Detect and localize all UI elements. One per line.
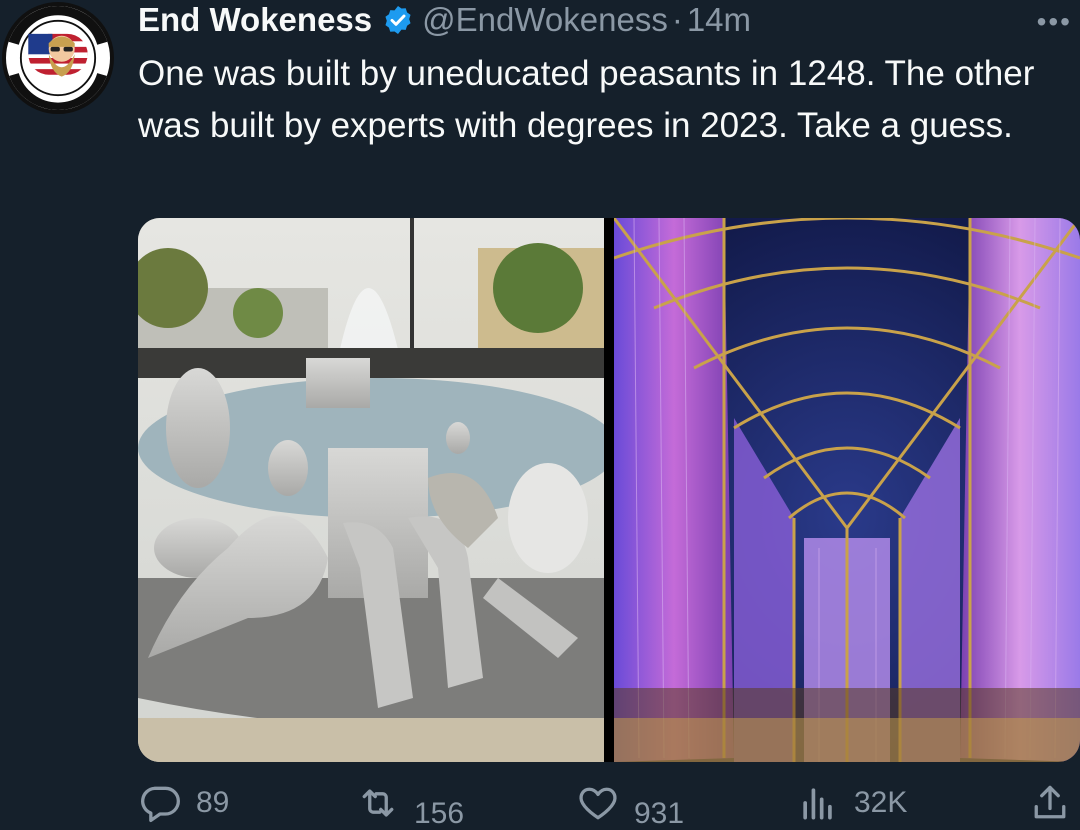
views-count: 32K bbox=[854, 786, 908, 819]
views-button[interactable]: 32K bbox=[796, 781, 907, 825]
views-icon bbox=[803, 788, 832, 820]
tweet-text: One was built by uneducated peasants in … bbox=[138, 54, 1035, 145]
tweet-media[interactable] bbox=[138, 218, 1080, 762]
timestamp[interactable]: 14m bbox=[687, 1, 751, 39]
retweet-button[interactable]: 156 bbox=[356, 775, 464, 830]
share-button[interactable] bbox=[1028, 781, 1072, 825]
reply-count: 89 bbox=[196, 786, 230, 819]
display-name[interactable]: End Wokeness bbox=[138, 1, 372, 39]
retweet-icon bbox=[362, 789, 394, 817]
separator: · bbox=[671, 1, 683, 38]
photo-sculpture-fountain[interactable] bbox=[138, 218, 604, 762]
sculpture-image bbox=[138, 218, 604, 762]
photo-chapel-interior[interactable] bbox=[614, 218, 1080, 762]
chapel-image bbox=[614, 218, 1080, 762]
reply-button[interactable]: 89 bbox=[138, 781, 229, 825]
tweet-header: End Wokeness @EndWokeness · 14m bbox=[138, 0, 1080, 40]
avatar-badge-image bbox=[7, 6, 109, 110]
share-icon bbox=[1034, 785, 1066, 819]
handle[interactable]: @EndWokeness bbox=[422, 1, 668, 39]
more-options-button[interactable]: ••• bbox=[1037, 6, 1072, 38]
like-count: 931 bbox=[634, 797, 685, 830]
avatar[interactable] bbox=[2, 2, 114, 114]
reply-icon bbox=[141, 786, 180, 823]
heart-icon bbox=[579, 787, 617, 820]
retweet-count: 156 bbox=[414, 797, 465, 830]
like-button[interactable]: 931 bbox=[576, 775, 684, 830]
verified-badge-icon bbox=[382, 4, 414, 36]
tweet-actions: 89 156 931 32K bbox=[138, 776, 1080, 830]
